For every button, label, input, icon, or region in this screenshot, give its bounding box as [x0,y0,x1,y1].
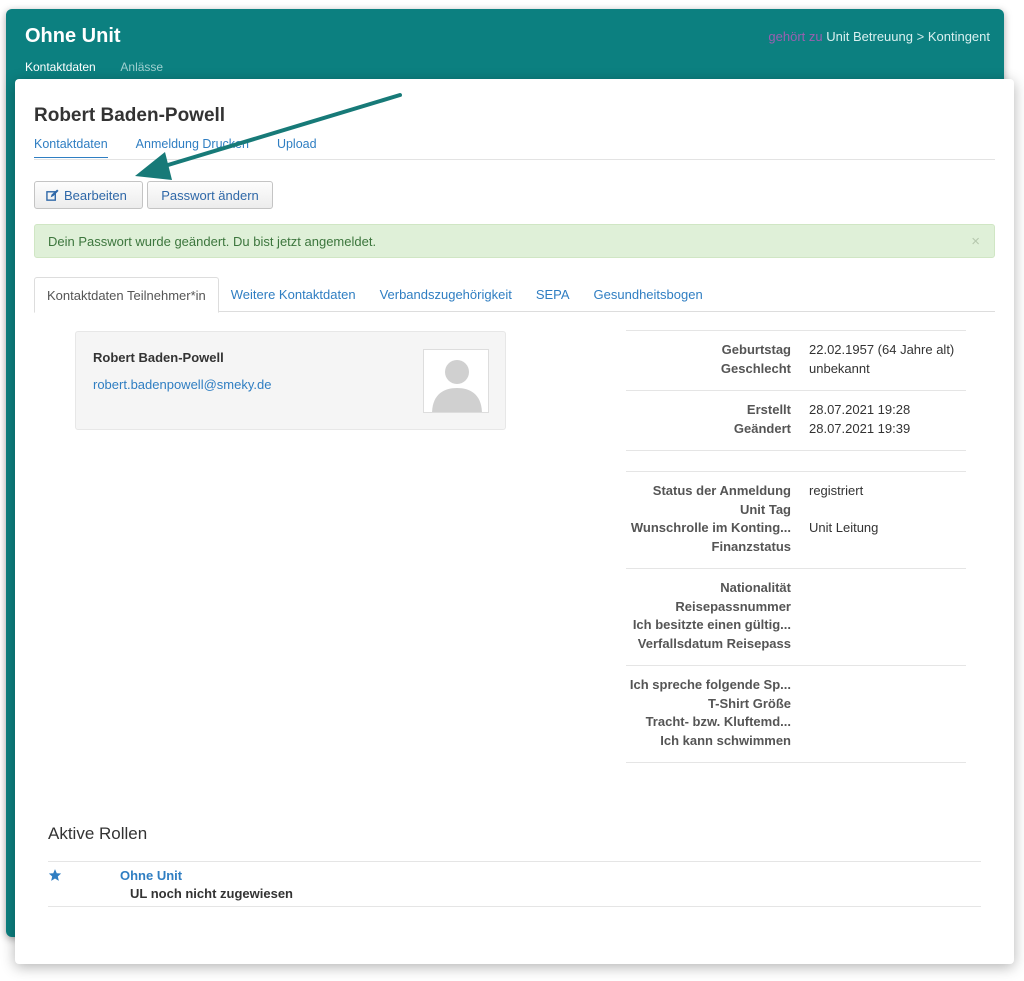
change-password-label: Passwort ändern [161,187,259,203]
app-nav: Kontaktdaten Anlässe [25,60,185,74]
detail-label: Tracht- bzw. Kluftemd... [645,714,791,729]
page-title: Robert Baden-Powell [34,105,226,126]
detail-label: Ich besitzte einen gültig... [632,617,791,632]
detail-label: Verfallsdatum Reisepass [637,635,791,651]
tab-gesundheitsbogen[interactable]: Gesundheitsbogen [582,277,715,312]
detail-row: Wunschrolle im Konting... Unit Leitung [626,519,966,538]
role-name: UL noch nicht zugewiesen [130,886,294,901]
detail-label: Ich spreche folgende Sp... [629,677,791,692]
detail-value: 28.07.2021 19:28 [809,402,911,417]
breadcrumb-parent[interactable]: Kontingent [928,29,990,44]
detail-label: Geschlecht [720,360,791,376]
detail-row: T-Shirt Größe [626,695,966,714]
detail-row: Ich kann schwimmen [626,732,966,751]
details-section-registration: Status der Anmeldung registriert Unit Tag… [626,471,966,568]
tab-verbandszugehoerigkeit[interactable]: Verbandszugehörigkeit [368,277,524,312]
detail-row: Ich besitzte einen gültig... [626,616,966,635]
detail-row: Erstellt 28.07.2021 19:28 [626,401,966,420]
breadcrumb-unit[interactable]: Unit Betreuung [826,29,913,44]
breadcrumb-separator: > [916,29,925,44]
detail-row: Unit Tag [626,501,966,520]
detail-row: Reisepassnummer [626,598,966,617]
edit-button-label: Bearbeiten [64,187,127,203]
detail-label: T-Shirt Größe [707,695,791,711]
edit-button[interactable]: Bearbeiten [34,181,143,209]
breadcrumb-prefix: gehört zu [768,29,823,44]
tab-weitere-kontaktdaten[interactable]: Weitere Kontaktdaten [219,277,368,312]
detail-value: 22.02.1957 (64 Jahre alt) [809,342,955,357]
details-section-misc: Ich spreche folgende Sp... T-Shirt Größe… [626,665,966,763]
detail-value: unbekannt [809,360,870,376]
roles-table: Ohne Unit UL noch nicht zugewiesen [48,861,981,907]
detail-tabs: Kontaktdaten Teilnehmer*in Weitere Konta… [34,277,995,313]
subtab-anmeldung-drucken[interactable]: Anmeldung Drucken [136,137,249,158]
avatar-placeholder-icon [423,349,489,413]
subtab-upload[interactable]: Upload [277,137,317,158]
detail-row: Tracht- bzw. Kluftemd... [626,713,966,732]
detail-label: Unit Tag [739,501,791,517]
contact-name: Robert Baden-Powell [93,350,224,365]
edit-icon [46,188,59,201]
detail-label: Nationalität [720,580,791,595]
contact-email-link[interactable]: robert.badenpowell@smeky.de [93,377,271,392]
detail-label: Geburtstag [721,342,791,357]
detail-value: registriert [809,483,864,498]
person-dialog: Robert Baden-Powell Kontaktdaten Anmeldu… [15,79,1014,964]
breadcrumb: gehört zu Unit Betreuung > Kontingent [768,29,990,44]
contact-card: Robert Baden-Powell robert.badenpowell@s… [75,331,506,430]
details-section-timestamps: Erstellt 28.07.2021 19:28 Geändert 28.07.2… [626,390,966,450]
detail-label: Geändert [733,420,791,436]
details-list: Geburtstag 22.02.1957 (64 Jahre alt) Gesc… [626,330,966,763]
detail-row: Geschlecht unbekannt [626,360,966,379]
close-icon[interactable]: × [971,233,980,250]
success-alert: Dein Passwort wurde geändert. Du bist je… [34,224,995,258]
nav-item-anlaesse[interactable]: Anlässe [120,60,163,74]
role-group-link[interactable]: Ohne Unit [120,868,182,883]
divider [34,159,995,160]
change-password-button[interactable]: Passwort ändern [147,181,273,209]
detail-label: Finanzstatus [711,538,791,554]
detail-label: Wunschrolle im Konting... [630,520,791,535]
detail-row: Geändert 28.07.2021 19:39 [626,420,966,439]
detail-label: Erstellt [746,402,791,417]
detail-row: Ich spreche folgende Sp... [626,676,966,695]
subtab-kontaktdaten[interactable]: Kontaktdaten [34,137,108,158]
detail-row: Finanzstatus [626,538,966,557]
tab-sepa[interactable]: SEPA [524,277,582,312]
details-section-empty [626,450,966,471]
detail-row: Status der Anmeldung registriert [626,482,966,501]
detail-row: Verfallsdatum Reisepass [626,635,966,654]
star-icon [48,868,62,887]
person-subtabs: Kontaktdaten Anmeldung Drucken Upload [34,137,345,158]
nav-item-kontaktdaten[interactable]: Kontaktdaten [25,60,96,74]
detail-label: Reisepassnummer [675,598,791,614]
detail-label: Ich kann schwimmen [660,732,791,748]
app-title: Ohne Unit [25,25,121,47]
details-section-personal: Geburtstag 22.02.1957 (64 Jahre alt) Gesc… [626,330,966,390]
detail-value: 28.07.2021 19:39 [809,420,911,436]
alert-message: Dein Passwort wurde geändert. Du bist je… [48,233,377,249]
detail-row: Nationalität [626,579,966,598]
detail-row: Geburtstag 22.02.1957 (64 Jahre alt) [626,341,966,360]
details-section-passport: Nationalität Reisepassnummer Ich besitzt… [626,568,966,665]
detail-label: Status der Anmeldung [652,483,791,498]
tab-kontaktdaten-teilnehmer[interactable]: Kontaktdaten Teilnehmer*in [34,277,219,313]
detail-value: Unit Leitung [809,520,879,535]
roles-heading: Aktive Rollen [48,824,148,843]
